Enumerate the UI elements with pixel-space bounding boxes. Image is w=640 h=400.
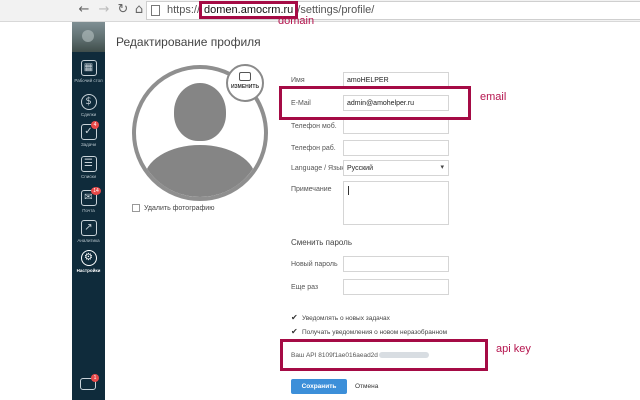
sidebar-item-mail[interactable]: ✉ Почта 14 [72, 187, 105, 213]
mail-badge: 14 [91, 187, 101, 195]
chevron-down-icon: ▾ [440, 163, 444, 171]
notify-tasks-label: Уведомлять о новых задачах [302, 315, 390, 322]
avatar-head-shape [174, 83, 226, 141]
sidebar-item-label: Задачи [80, 142, 97, 147]
work-phone-input[interactable] [343, 140, 449, 156]
annotation-domain: domain [278, 15, 315, 27]
new-password-input[interactable] [343, 256, 449, 272]
sidebar-item-tasks[interactable]: ✓ Задачи 4 [72, 121, 105, 147]
url-scheme: https:// [167, 4, 201, 16]
notify-unsorted-label: Получать уведомления о новом неразобранн… [302, 329, 448, 336]
note-label: Примечание [291, 186, 332, 193]
work-phone-label: Телефон раб. [291, 145, 336, 152]
url-text: https://domen.amocrm.ru/settings/profile… [167, 1, 374, 19]
address-bar[interactable]: https://domen.amocrm.ru/settings/profile… [146, 1, 640, 20]
chat-badge: 1 [91, 374, 99, 382]
mobile-phone-input[interactable] [343, 118, 449, 134]
forward-arrow-icon[interactable]: → [96, 2, 112, 18]
save-button[interactable]: Сохранить [291, 379, 347, 394]
delete-photo-option[interactable]: Удалить фотографию [132, 204, 214, 212]
sidebar-item-label: Списки [81, 174, 96, 179]
dollar-icon: $ [80, 94, 97, 110]
repeat-password-label: Еще раз [291, 284, 319, 291]
api-key-highlight-box [280, 339, 488, 371]
language-label: Language / Язык [291, 165, 345, 172]
sidebar: ▦ Рабочий стол $ Сделки ✓ Задачи 4 ☰ Спи… [72, 22, 105, 400]
sidebar-item-label: Настройки [76, 268, 101, 273]
mobile-phone-label: Телефон моб. [291, 123, 337, 130]
page-title: Редактирование профиля [116, 35, 261, 49]
sidebar-item-settings[interactable]: ⚙ Настройки [72, 250, 105, 273]
settings-icon: ⚙ [80, 250, 97, 266]
email-highlight-box [279, 86, 471, 120]
home-icon[interactable]: ⌂ [131, 2, 147, 18]
language-selected-value: Русский [347, 165, 373, 172]
new-password-label: Новый пароль [291, 261, 338, 268]
user-avatar[interactable] [72, 22, 105, 52]
sidebar-item-dashboard[interactable]: ▦ Рабочий стол [72, 60, 105, 83]
change-photo-label: ИЗМЕНИТЬ [230, 84, 260, 90]
lists-icon: ☰ [80, 156, 97, 172]
delete-photo-label: Удалить фотографию [144, 204, 215, 212]
change-photo-button[interactable]: ИЗМЕНИТЬ [226, 64, 264, 102]
camera-icon [239, 72, 251, 81]
sidebar-item-lists[interactable]: ☰ Списки [72, 156, 105, 179]
tasks-badge: 4 [91, 121, 99, 129]
browser-toolbar: ← → ↻ ⌂ https://domen.amocrm.ru/settings… [0, 0, 640, 22]
language-select[interactable]: Русский ▾ [343, 160, 449, 176]
sidebar-item-label: Почта [82, 208, 95, 213]
change-password-title: Сменить пароль [291, 238, 353, 247]
annotation-api-key: api key [496, 343, 531, 355]
sidebar-item-label: Аналитика [77, 238, 100, 243]
text-caret [348, 186, 349, 195]
back-arrow-icon[interactable]: ← [76, 2, 92, 18]
avatar-body-shape [144, 145, 256, 197]
delete-photo-checkbox[interactable] [132, 204, 140, 212]
sidebar-item-label: Сделки [80, 112, 97, 117]
reload-icon[interactable]: ↻ [115, 2, 131, 18]
page-icon [151, 5, 160, 16]
checkmark-icon[interactable]: ✔ [291, 328, 299, 336]
sidebar-item-deals[interactable]: $ Сделки [72, 94, 105, 117]
cancel-link[interactable]: Отмена [355, 383, 378, 390]
note-textarea[interactable] [343, 181, 449, 225]
checkmark-icon[interactable]: ✔ [291, 314, 299, 322]
repeat-password-input[interactable] [343, 279, 449, 295]
analytics-icon: ↗ [80, 220, 97, 236]
dashboard-icon: ▦ [80, 60, 97, 76]
sidebar-item-analytics[interactable]: ↗ Аналитика [72, 220, 105, 243]
name-label: Имя [291, 77, 305, 84]
annotation-email: email [480, 91, 507, 103]
notify-unsorted-option[interactable]: ✔ Получать уведомления о новом неразобран… [291, 328, 448, 337]
sidebar-item-label: Рабочий стол [74, 78, 103, 83]
notify-tasks-option[interactable]: ✔ Уведомлять о новых задачах [291, 314, 390, 323]
